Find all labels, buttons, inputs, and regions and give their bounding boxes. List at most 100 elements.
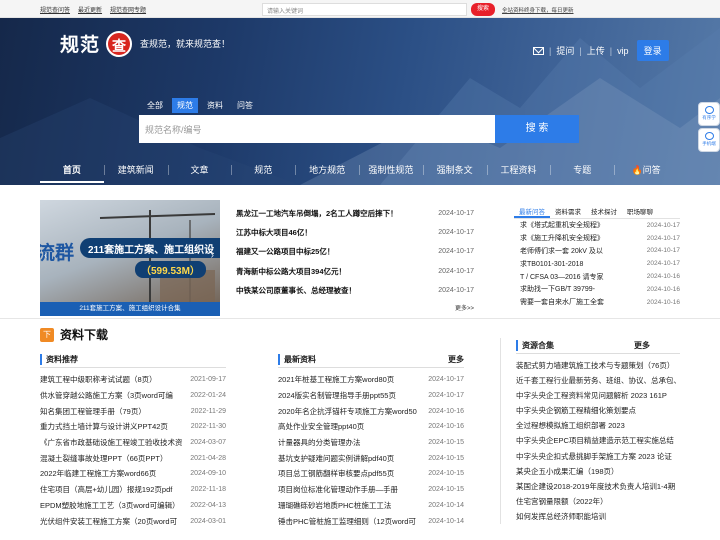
- nav-mandatory-clauses[interactable]: 强制条文: [422, 158, 487, 183]
- nav-home[interactable]: 首页: [40, 158, 104, 183]
- search-tab-all[interactable]: 全部: [142, 98, 168, 113]
- list-item[interactable]: 知名集团工程管理手册（79页） 2022-11-29: [40, 403, 226, 419]
- divider: [0, 318, 720, 319]
- list-item[interactable]: 求助找一下GB/T 39799- 2024-10-16: [514, 283, 680, 296]
- side-button-mobile[interactable]: 手机端: [698, 128, 720, 152]
- main-nav: 首页 建筑新闻 文章 规范 地方规范 强制性规范 强制条文 工程资料 专题 🔥问…: [40, 158, 678, 183]
- nav-qa[interactable]: 🔥问答: [614, 158, 678, 183]
- list-item[interactable]: 建筑工程中级职称考试试题（8页） 2021-09-17: [40, 372, 226, 388]
- main-search: 规范名称/编号 搜 索: [139, 115, 579, 143]
- main-search-input[interactable]: 规范名称/编号: [139, 115, 495, 143]
- site-logo[interactable]: 规范 查 查规范，就来规范查！: [60, 30, 230, 57]
- list-item[interactable]: 项目总工钢筋翻样审核要点pdf55页 2024-10-15: [278, 466, 464, 482]
- qa-tab-tech[interactable]: 技术探讨: [586, 203, 622, 218]
- qa-tab-career[interactable]: 职场聊聊: [622, 203, 658, 218]
- list-item[interactable]: T / CFSA 03—2016 请专家 2024-10-16: [514, 270, 680, 283]
- upload-link[interactable]: 上传: [587, 44, 605, 57]
- nav-eng-docs[interactable]: 工程资料: [486, 158, 551, 183]
- list-item[interactable]: 全过程想模拟施工组织部署 2023: [516, 418, 680, 433]
- list-item[interactable]: 《广东省市政基础设施工程竣工验收技术资 2024-03-07: [40, 435, 226, 451]
- side-button-learn[interactable]: 有序学: [698, 102, 720, 126]
- list-item[interactable]: 高处作业安全管理ppt40页 2024-10-16: [278, 419, 464, 435]
- list-item[interactable]: 近千套工程行业最新劳务、班组、协议、总承包、: [516, 373, 680, 388]
- banner-caption: 211套施工方案、施工组织设计合集: [40, 302, 220, 316]
- qa-tab-requests[interactable]: 资料需求: [550, 203, 586, 218]
- list-item[interactable]: 求TB0101-301-2018 2024-10-17: [514, 257, 680, 270]
- list-item[interactable]: 中字头央企钢筋工程精细化策划要点: [516, 403, 680, 418]
- list-item[interactable]: 2024版实名制管理指导手册ppt55页 2024-10-17: [278, 388, 464, 404]
- list-item[interactable]: 老师傅们求一套 20kV 及以 2024-10-17: [514, 245, 680, 258]
- list-item[interactable]: 中字头央企工程资料常见问题解析 2023 161P: [516, 388, 680, 403]
- list-item[interactable]: 混凝土裂缝事故处理PPT（66页PPT） 2021-04-28: [40, 450, 226, 466]
- list-item[interactable]: 某央企五小成果汇编（198页）: [516, 464, 680, 479]
- banner-title: 211套施工方案、施工组织设: [80, 238, 220, 258]
- list-item[interactable]: 基坑支护疑难问题实例讲解pdf40页 2024-10-15: [278, 450, 464, 466]
- logo-text: 规范: [60, 34, 101, 56]
- list-item[interactable]: 项目岗位标准化管理动作手册—手册 2024-10-15: [278, 482, 464, 498]
- list-item[interactable]: 住宅项目（高层+幼儿园）报规192页pdf 2022-11-18: [40, 482, 226, 498]
- collections-more-link[interactable]: 更多: [634, 340, 650, 351]
- list-item[interactable]: 求《塔式起重机安全规程》 2024-10-17: [514, 219, 680, 232]
- recommended-docs: 资料推荐 建筑工程中级职称考试试题（8页） 2021-09-17 供水管穿越公路施工…: [40, 352, 226, 529]
- nav-topics[interactable]: 专题: [550, 158, 614, 183]
- nav-articles[interactable]: 文章: [167, 158, 232, 183]
- phone-icon: [704, 132, 714, 140]
- list-item[interactable]: 光伏组件安装工程施工方案（20页word可 2024-03-01: [40, 513, 226, 529]
- news-item[interactable]: 中铁某公司原董事长、总经理被查！ 2024-10-17: [236, 281, 474, 300]
- news-more-link[interactable]: 更多>>: [455, 303, 474, 312]
- headline-news: 黑龙江一工地汽车吊倒塌，2名工人蹲空后摔下！ 2024-10-17 江苏中标大项目…: [236, 204, 474, 312]
- list-item[interactable]: EPDM塑胶地施工工艺（3页word可编辑） 2022-04-13: [40, 498, 226, 514]
- main-search-button[interactable]: 搜 索: [495, 115, 579, 143]
- ask-link[interactable]: 提问: [556, 44, 574, 57]
- list-item[interactable]: 锤击PHC管桩施工监理细则（12页word可 2024-10-14: [278, 513, 464, 529]
- list-item[interactable]: 中字头央企扣式悬挑脚手架施工方案 2023 论证: [516, 449, 680, 464]
- search-tab-qa[interactable]: 问答: [232, 98, 258, 113]
- list-item[interactable]: 如何发挥总经济师职能培训: [516, 509, 680, 524]
- news-item[interactable]: 福建又一公路项目中标25亿！ 2024-10-17: [236, 242, 474, 261]
- vip-link[interactable]: vip: [617, 46, 629, 56]
- top-link-latest[interactable]: 最近更新: [78, 5, 102, 14]
- list-item[interactable]: 珊瑚礁砾砂岩地质PHC桩施工工法 2024-10-14: [278, 498, 464, 514]
- download-section-icon: 下: [40, 327, 54, 342]
- qa-tab-latest[interactable]: 最新问答: [514, 203, 550, 218]
- promo-link[interactable]: 全站资料终身下载，每日更新: [502, 6, 574, 14]
- section-header: 下 资料下载: [40, 326, 108, 343]
- top-bar: 规范查问答 最近更新 规范查网专题 请输入关键词 搜索 全站资料终身下载，每日更…: [0, 0, 720, 18]
- section-title: 资料下载: [60, 328, 109, 342]
- list-item[interactable]: 求《施工升降机安全规程》 2024-10-17: [514, 232, 680, 245]
- list-item[interactable]: 重力式挡土墙计算与设计讲义PPT42页 2022-11-30: [40, 419, 226, 435]
- search-tab-docs[interactable]: 资料: [202, 98, 228, 113]
- top-search-button[interactable]: 搜索: [471, 3, 495, 16]
- top-search-input[interactable]: 请输入关键词: [262, 3, 467, 16]
- nav-mandatory-specs[interactable]: 强制性规范: [358, 158, 423, 183]
- promo-carousel[interactable]: 流群 211套施工方案、施工组织设 （599.53M） ‹ › 211套施工方案…: [40, 200, 220, 316]
- mail-icon[interactable]: [533, 46, 544, 55]
- nav-news[interactable]: 建筑新闻: [103, 158, 168, 183]
- news-item[interactable]: 江苏中标大项目46亿！ 2024-10-17: [236, 223, 474, 242]
- list-item[interactable]: 供水管穿越公路施工方案（3页word可编 2022-01-24: [40, 388, 226, 404]
- list-item[interactable]: 2021年桩基工程施工方案word80页 2024-10-17: [278, 372, 464, 388]
- nav-specs[interactable]: 规范: [231, 158, 295, 183]
- list-item[interactable]: 2020年名企抗浮锚杆专项施工方案word50 2024-10-16: [278, 403, 464, 419]
- news-item[interactable]: 青海新中标公路大项目394亿元！ 2024-10-17: [236, 262, 474, 281]
- list-item[interactable]: 某国企建设2018-2019年度技术负责人培训1-4期: [516, 479, 680, 494]
- nav-qa-label: 问答: [642, 165, 661, 175]
- carousel-next-icon[interactable]: ›: [211, 250, 214, 261]
- carousel-prev-icon[interactable]: ‹: [44, 250, 47, 261]
- login-button[interactable]: 登录: [636, 40, 669, 61]
- list-item[interactable]: 中字头央企EPC项目精益建造示范工程实施总结: [516, 433, 680, 448]
- top-link-topics[interactable]: 规范查网专题: [110, 5, 146, 14]
- list-item[interactable]: 计量器具的分类管理办法 2024-10-15: [278, 435, 464, 451]
- list-item[interactable]: 2022年临建工程施工方案word66页 2024-09-10: [40, 466, 226, 482]
- list-item[interactable]: 装配式剪力墙建筑施工技术与专题策划（76页）: [516, 358, 680, 373]
- latest-more-link[interactable]: 更多: [448, 354, 464, 365]
- top-link-qa[interactable]: 规范查问答: [40, 5, 70, 14]
- list-item[interactable]: 需要一套自来水厂施工全套 2024-10-16: [514, 296, 680, 309]
- user-actions: | 提问 | 上传 | vip 登录: [533, 40, 669, 61]
- list-item[interactable]: 住宅宫钢量限额（2022年）: [516, 494, 680, 509]
- nav-local-specs[interactable]: 地方规范: [295, 158, 359, 183]
- qa-panel: 最新问答 资料需求 技术探讨 职场聊聊 求《塔式起重机安全规程》 2024-10-…: [514, 203, 680, 309]
- news-item[interactable]: 黑龙江一工地汽车吊倒塌，2名工人蹲空后摔下！ 2024-10-17: [236, 204, 474, 223]
- qa-tabs: 最新问答 资料需求 技术探讨 职场聊聊: [514, 203, 680, 219]
- search-tab-spec[interactable]: 规范: [172, 98, 198, 113]
